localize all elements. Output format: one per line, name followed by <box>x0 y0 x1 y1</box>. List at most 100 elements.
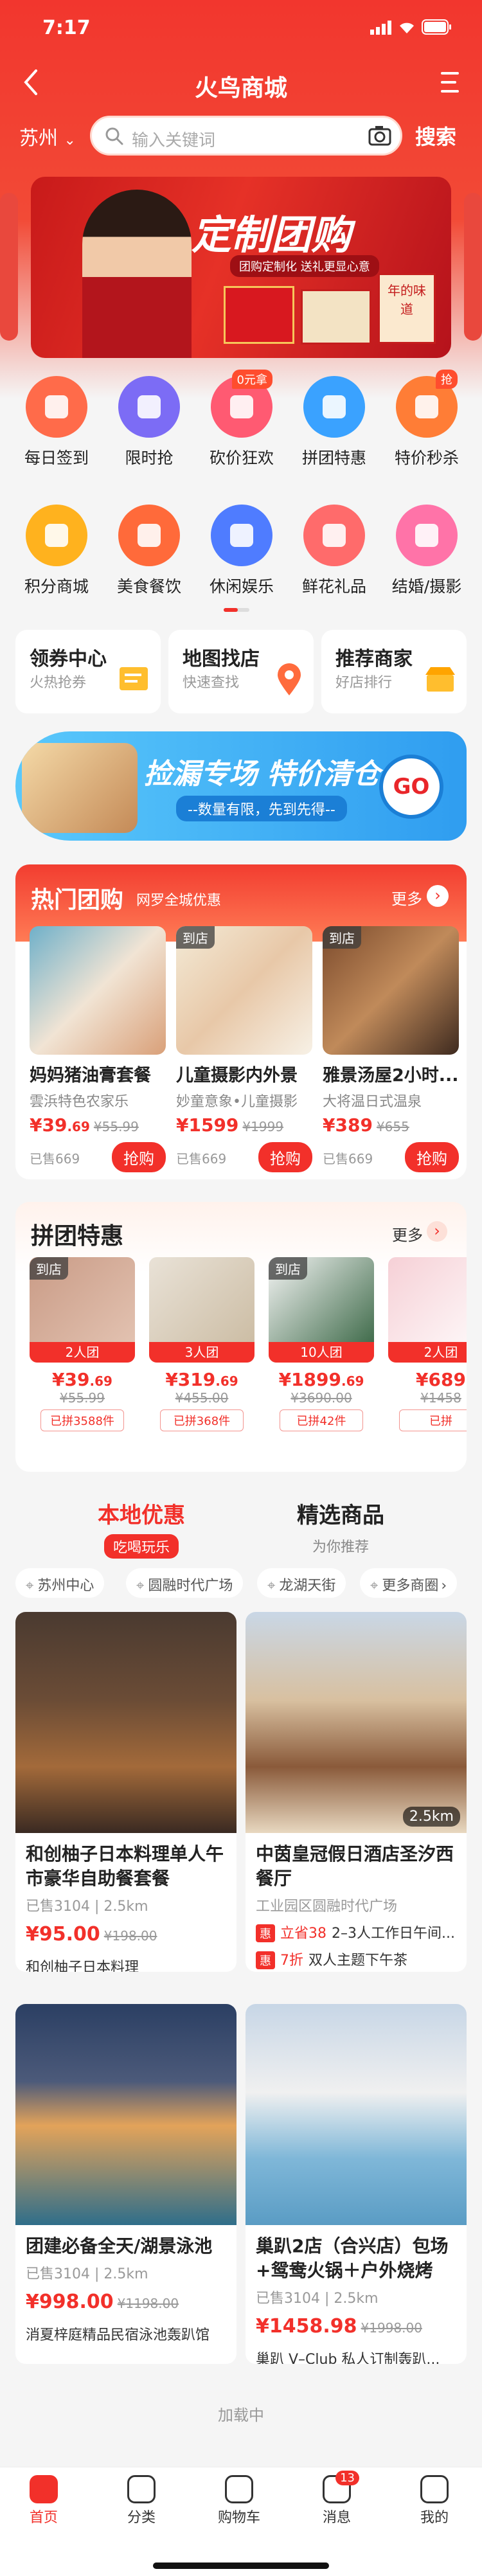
deal-name: 团建必备全天/湖景泳池 <box>26 2235 213 2257</box>
grid-item-food[interactable]: 美食餐饮 <box>111 505 188 597</box>
original-price: ¥3690.00 <box>290 1390 352 1406</box>
map-store-card[interactable]: 地图找店 快速查找 <box>168 630 314 713</box>
chip-label: 龙湖天街 <box>279 1578 336 1594</box>
tab-subtitle: 吃喝玩乐 <box>103 1534 179 1559</box>
clearance-banner[interactable]: 捡漏专场 特价清仓 --数量有限，先到先得-- GO <box>15 731 467 841</box>
card-title: 领券中心 <box>30 648 107 670</box>
district-chip[interactable]: ⌖ 圆融时代广场 <box>126 1568 244 1598</box>
promo-badge: 惠 <box>256 1951 275 1969</box>
camera-icon[interactable] <box>368 125 391 146</box>
original-price: ¥455.00 <box>175 1390 229 1406</box>
tab-selected-goods[interactable]: 精选商品 为你推荐 <box>270 1498 411 1556</box>
recommend-store-card[interactable]: 推荐商家 好店排行 <box>321 630 467 713</box>
tab-local-deals[interactable]: 本地优惠 吃喝玩乐 <box>71 1498 212 1559</box>
deal-feed-card[interactable]: 和创柚子日本料理单人午市豪华自助餐套餐 已售3104 | 2.5km ¥95.00 ¥… <box>15 1612 237 1972</box>
grid-item-lightning-bear[interactable]: 限时抢 <box>111 376 188 469</box>
pin-icon: ⌖ <box>26 1578 34 1594</box>
chip-label: 更多商圈 <box>382 1578 439 1594</box>
group-price: ¥39.69 <box>52 1369 112 1390</box>
deal-feed-card[interactable]: 团建必备全天/湖景泳池 已售3104 | 2.5km ¥998.00 ¥1198.00… <box>15 2004 237 2364</box>
deal-image: 到店 <box>323 926 459 1055</box>
tab-cart[interactable]: 购物车 <box>201 2475 278 2527</box>
price-integer: 39 <box>42 1114 67 1136</box>
deal-name: 和创柚子日本料理单人午市豪华自助餐套餐 <box>26 1843 224 1889</box>
grid-item-cut[interactable]: 0元拿 砍价狂欢 <box>203 370 280 469</box>
buy-button[interactable]: 抢购 <box>258 1142 312 1172</box>
chevron-right-icon[interactable]: › <box>427 885 449 907</box>
deal-feed-card[interactable]: 2.5km 中茵皇冠假日酒店圣汐西餐厅工业园区圆融时代广场惠立省38 2–3人工作日… <box>245 1612 467 1972</box>
deal-body: 团建必备全天/湖景泳池 已售3104 | 2.5km ¥998.00 ¥1198.00… <box>15 2225 237 2353</box>
coupon-center-card[interactable]: 领券中心 火热抢券 <box>15 630 161 713</box>
grid-item-flower[interactable]: 鲜花礼品 <box>296 505 373 597</box>
deal-name: 雅景汤屋2小时... <box>323 1066 459 1086</box>
grid-item-heart[interactable]: 结婚/摄影 <box>388 505 465 597</box>
banner-headline: 定制团购 <box>192 211 352 258</box>
home-indicator <box>153 2563 329 2569</box>
hot-deal-card[interactable]: 妈妈猪油膏套餐 雲浜特色农家乐 ¥39.69 ¥55.99 已售669 抢购 <box>30 926 166 1172</box>
pin-icon: ⌖ <box>370 1578 379 1594</box>
grid-item-calendar[interactable]: 每日签到 <box>18 376 95 469</box>
hot-deal-card[interactable]: 到店 雅景汤屋2小时... 大将温日式温泉 ¥389 ¥655 已售669 抢购 <box>323 926 459 1172</box>
sold-count: 已售669 <box>176 1151 227 1167</box>
grid-item-music[interactable]: 休闲娱乐 <box>203 505 280 597</box>
team-size-label: 3人团 <box>149 1342 254 1363</box>
map-pin-icon <box>278 663 301 695</box>
battery-icon <box>422 19 451 35</box>
grid-item-label: 结婚/摄影 <box>391 577 462 596</box>
go-button[interactable]: GO <box>379 755 443 819</box>
deal-feed-card[interactable]: 巢趴2店（合兴店）包场+鸳鸯火锅＋户外烧烤 已售3104 | 2.5km ¥1458… <box>245 2004 467 2364</box>
cart-icon <box>225 2475 253 2503</box>
district-chip[interactable]: ⌖ 苏州中心 <box>15 1568 105 1598</box>
deal-image: 到店 <box>176 926 312 1055</box>
promo-row: 惠立省38 2–3人工作日午间... <box>256 1922 456 1942</box>
price-value: 95.00 <box>39 1923 100 1945</box>
coupon-icon <box>120 667 148 690</box>
deal-name: 中茵皇冠假日酒店圣汐西餐厅 <box>256 1843 454 1889</box>
tab-label: 购物车 <box>217 2510 260 2526</box>
buy-button[interactable]: 抢购 <box>405 1142 459 1172</box>
signal-icon <box>370 21 391 35</box>
group-deal-panel: 拼团特惠 更多 › 到店 2人团 ¥39.69 ¥55.99 已拼3588件 3人团 ¥31… <box>15 1202 467 1472</box>
grid-item-basket[interactable]: 积分商城 <box>18 505 95 597</box>
menu-icon[interactable] <box>441 71 461 94</box>
loading-text: 加载中 <box>218 2406 264 2424</box>
deal-body: 中茵皇冠假日酒店圣汐西餐厅工业园区圆融时代广场惠立省38 2–3人工作日午间...… <box>245 1833 467 1972</box>
tab-profile[interactable]: 我的 <box>396 2475 473 2527</box>
tab-category[interactable]: 分类 <box>103 2475 180 2527</box>
chevron-right-icon[interactable]: › <box>427 1221 447 1242</box>
promo-banner[interactable]: 定制团购 团购定制化 送礼更显心意 年的味道 <box>31 177 451 358</box>
group-deal-card[interactable]: 到店 10人团 ¥1899.69 ¥3690.00 已拼42件 <box>269 1257 374 1431</box>
tab-home[interactable]: 首页 <box>5 2475 82 2527</box>
distance-badge: 2.5km <box>402 1807 460 1827</box>
clearance-title: 捡漏专场 特价清仓 <box>144 758 380 791</box>
search-input[interactable]: 输入关键词 <box>90 116 402 156</box>
promo-row: 惠 7折 双人主题下午茶 <box>256 1949 456 1969</box>
shop-name: 和创柚子日本料理 <box>26 1960 139 1972</box>
sold-count: 工业园区圆融时代广场 <box>256 1899 398 1915</box>
sold-count: 已售3104 <box>256 2291 320 2307</box>
hot-deal-card[interactable]: 到店 儿童摄影内外景 妙童意象•儿童摄影 ¥1599 ¥1999 已售669 抢购 <box>176 926 312 1172</box>
group-deal-card[interactable]: 2人团 ¥689 ¥1458 已拼 <box>388 1257 467 1431</box>
buy-button[interactable]: 抢购 <box>112 1142 166 1172</box>
tab-message[interactable]: 13 消息 <box>298 2471 375 2527</box>
hot-more-link[interactable]: 更多 <box>391 886 422 909</box>
search-button[interactable]: 搜索 <box>415 121 456 150</box>
tab-subtitle: 为你推荐 <box>312 1539 369 1555</box>
group-more-link[interactable]: 更多 <box>392 1222 423 1245</box>
city-selector[interactable]: 苏州 ⌄ <box>19 122 76 150</box>
grid-item-smile[interactable]: 拼团特惠 <box>296 376 373 469</box>
grid-item-seckill[interactable]: 抢特价秒杀 <box>388 370 465 469</box>
deal-image: 2.5km <box>245 1612 467 1833</box>
grid-item-label: 休闲娱乐 <box>209 577 274 596</box>
wifi-icon <box>400 22 414 33</box>
gift-box-image <box>301 289 371 344</box>
price-integer: 319 <box>177 1369 216 1390</box>
group-deal-card[interactable]: 到店 2人团 ¥39.69 ¥55.99 已拼3588件 <box>30 1257 135 1431</box>
deal-price: ¥95.00 ¥198.00 <box>26 1923 157 1945</box>
district-chip[interactable]: ⌖ 龙湖天街 <box>257 1568 346 1598</box>
district-chip[interactable]: ⌖ 更多商圈 › <box>360 1568 458 1598</box>
group-deal-card[interactable]: 3人团 ¥319.69 ¥455.00 已拼368件 <box>149 1257 254 1431</box>
deal-footer: 已售669 抢购 <box>323 1142 459 1172</box>
deal-image <box>30 926 166 1055</box>
promo-tag: 立省38 <box>280 1926 326 1942</box>
